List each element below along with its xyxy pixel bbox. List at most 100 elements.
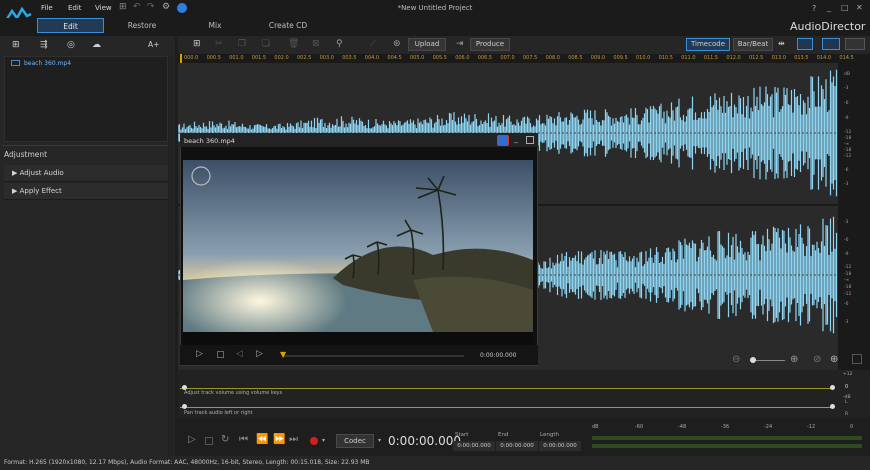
video-file-icon xyxy=(11,60,20,66)
play-icon[interactable]: ▷ xyxy=(188,434,196,445)
timecode-toggle[interactable]: Timecode xyxy=(686,38,730,51)
player-maximize-icon[interactable] xyxy=(526,136,534,144)
ruler-tick: 014.5 xyxy=(839,55,854,61)
ruler-tick: 000.0 xyxy=(184,55,199,61)
close-icon[interactable]: ✕ xyxy=(856,3,863,12)
panel-divider[interactable] xyxy=(2,145,172,146)
go-start-icon[interactable]: ⏮ xyxy=(239,434,248,445)
tab-restore[interactable]: Restore xyxy=(112,18,172,33)
media-item[interactable]: beach 360.mp4 xyxy=(24,60,71,67)
player-next-frame-icon[interactable]: ▷ xyxy=(256,349,263,359)
codec-dropdown-icon[interactable]: ▾ xyxy=(378,437,381,444)
level-scale-label: -3 xyxy=(844,86,849,91)
record-options-icon[interactable]: ▾ xyxy=(322,437,325,444)
help-icon[interactable]: ? xyxy=(812,4,816,13)
barbeat-toggle[interactable]: Bar/Beat xyxy=(733,38,773,51)
spectral-view-icon[interactable] xyxy=(797,38,813,50)
minimize-icon[interactable]: _ xyxy=(827,3,831,12)
stop-icon[interactable] xyxy=(205,437,213,445)
produce-button[interactable]: Produce xyxy=(470,38,510,51)
spectrum-view-icon[interactable] xyxy=(845,38,865,50)
app-name: AudioDirector xyxy=(790,20,866,33)
adjust-audio-item[interactable]: ▶ Adjust Audio xyxy=(4,165,168,182)
level-scale-label: -3 xyxy=(844,320,849,325)
level-scale-label: -6 xyxy=(844,302,849,307)
pan-key-end[interactable] xyxy=(830,404,835,409)
paste-mix-icon[interactable]: ❏ xyxy=(262,39,270,49)
ruler-tick: 014.0 xyxy=(816,55,832,61)
ruler-tick: 004.0 xyxy=(364,55,380,61)
end-field[interactable]: 0:00:00.000 xyxy=(496,441,538,451)
zoom-out-icon[interactable]: ⊖ xyxy=(732,354,740,365)
tab-mix[interactable]: Mix xyxy=(190,18,240,33)
cd-icon[interactable]: ◎ xyxy=(67,40,75,50)
upload-button[interactable]: Upload xyxy=(408,38,446,51)
player-minimize-icon[interactable]: _ xyxy=(514,134,518,143)
status-bar: Format: H.265 (1920x1080, 12.17 Mbps), A… xyxy=(0,456,870,470)
codec-button[interactable]: Codec xyxy=(336,434,374,448)
tab-edit[interactable]: Edit xyxy=(37,18,104,33)
player-play-icon[interactable]: ▷ xyxy=(196,349,203,359)
player-stop-icon[interactable] xyxy=(217,351,224,358)
video-frame[interactable] xyxy=(183,160,533,332)
cut-icon[interactable]: ✂ xyxy=(215,39,223,49)
level-scale-label: -18 xyxy=(844,148,852,153)
pan-envelope-line[interactable] xyxy=(180,407,832,408)
fit-width-icon[interactable]: ⇹ xyxy=(778,39,785,48)
apply-effect-item[interactable]: ▶ Apply Effect xyxy=(4,183,168,200)
maximize-icon[interactable]: □ xyxy=(841,3,849,12)
copy-icon[interactable]: ❐ xyxy=(238,39,246,49)
pan-key-start[interactable] xyxy=(182,404,187,409)
volume-scale-mid: 0 xyxy=(845,384,849,390)
transport-time: 0:00:00.000 xyxy=(388,434,461,448)
loop-icon[interactable]: ↻ xyxy=(221,434,229,445)
level-scale-label: -12 xyxy=(844,292,852,297)
zoom-slider-handle[interactable] xyxy=(750,357,756,363)
fade-icon[interactable]: ⟋ xyxy=(370,39,376,49)
player-prev-frame-icon[interactable]: ◁ xyxy=(236,349,243,359)
track-level-scale xyxy=(838,63,870,370)
level-meter-left xyxy=(592,436,862,440)
tab-create-cd[interactable]: Create CD xyxy=(258,18,318,33)
volume-lane-hint: Adjust track volume using volume keys xyxy=(184,390,283,396)
length-field[interactable]: 0:00:00.000 xyxy=(539,441,581,451)
pan-scale-right: R xyxy=(845,412,849,417)
paste-icon[interactable]: ⊞ xyxy=(193,39,201,49)
delete-icon[interactable]: 🗑 xyxy=(288,39,299,49)
import-media-icon[interactable]: ⇶ xyxy=(40,40,48,50)
group-icon[interactable]: ⊛ xyxy=(393,39,401,49)
video-letterbox xyxy=(183,332,533,345)
go-end-icon[interactable]: ⏭ xyxy=(289,434,298,445)
volume-envelope-line[interactable] xyxy=(180,388,832,389)
ruler-tick: 009.5 xyxy=(613,55,628,61)
level-scale-label: -12 xyxy=(844,154,852,159)
ruler-tick: 013.0 xyxy=(771,55,786,61)
ruler-tick: 012.0 xyxy=(726,55,741,61)
record-button[interactable] xyxy=(310,437,318,445)
import-icon[interactable]: ⊞ xyxy=(12,40,20,50)
meter-label: -12 xyxy=(807,424,816,430)
rewind-icon[interactable]: ⏪ xyxy=(256,434,268,445)
ruler-tick: 007.5 xyxy=(523,55,538,61)
zoom-reset-icon[interactable] xyxy=(852,354,862,364)
player-title: beach 360.mp4 xyxy=(184,137,235,145)
left-scrollbar[interactable] xyxy=(168,56,174,456)
timeline-ruler[interactable]: 000.0 000.5 001.0 001.5 002.0 002.5 003.0 003.5… xyxy=(178,54,870,63)
zoom-fit-icon[interactable]: ⊘ xyxy=(813,354,821,365)
player-seek-handle[interactable]: ▼ xyxy=(280,350,286,359)
zoom-in-icon[interactable]: ⊕ xyxy=(790,354,798,365)
zoom-vertical-icon[interactable]: ⊕ xyxy=(830,354,838,365)
volume-key-end[interactable] xyxy=(830,385,835,390)
ruler-tick: 008.5 xyxy=(568,55,583,61)
cloud-icon[interactable]: ☁ xyxy=(92,40,101,50)
fast-forward-icon[interactable]: ⏩ xyxy=(273,434,285,445)
waveform-view-icon[interactable] xyxy=(822,38,840,50)
360-view-icon[interactable] xyxy=(497,135,509,146)
start-field[interactable]: 0:00:00.000 xyxy=(453,441,495,451)
record-icon[interactable]: ⚲ xyxy=(336,39,343,49)
sort-button[interactable]: A+ xyxy=(148,40,159,49)
produce-icon[interactable]: ⇥ xyxy=(456,39,464,49)
end-label: End xyxy=(498,432,509,438)
player-seek-bar[interactable] xyxy=(284,355,464,357)
crop-icon[interactable]: ⊠ xyxy=(312,39,320,49)
